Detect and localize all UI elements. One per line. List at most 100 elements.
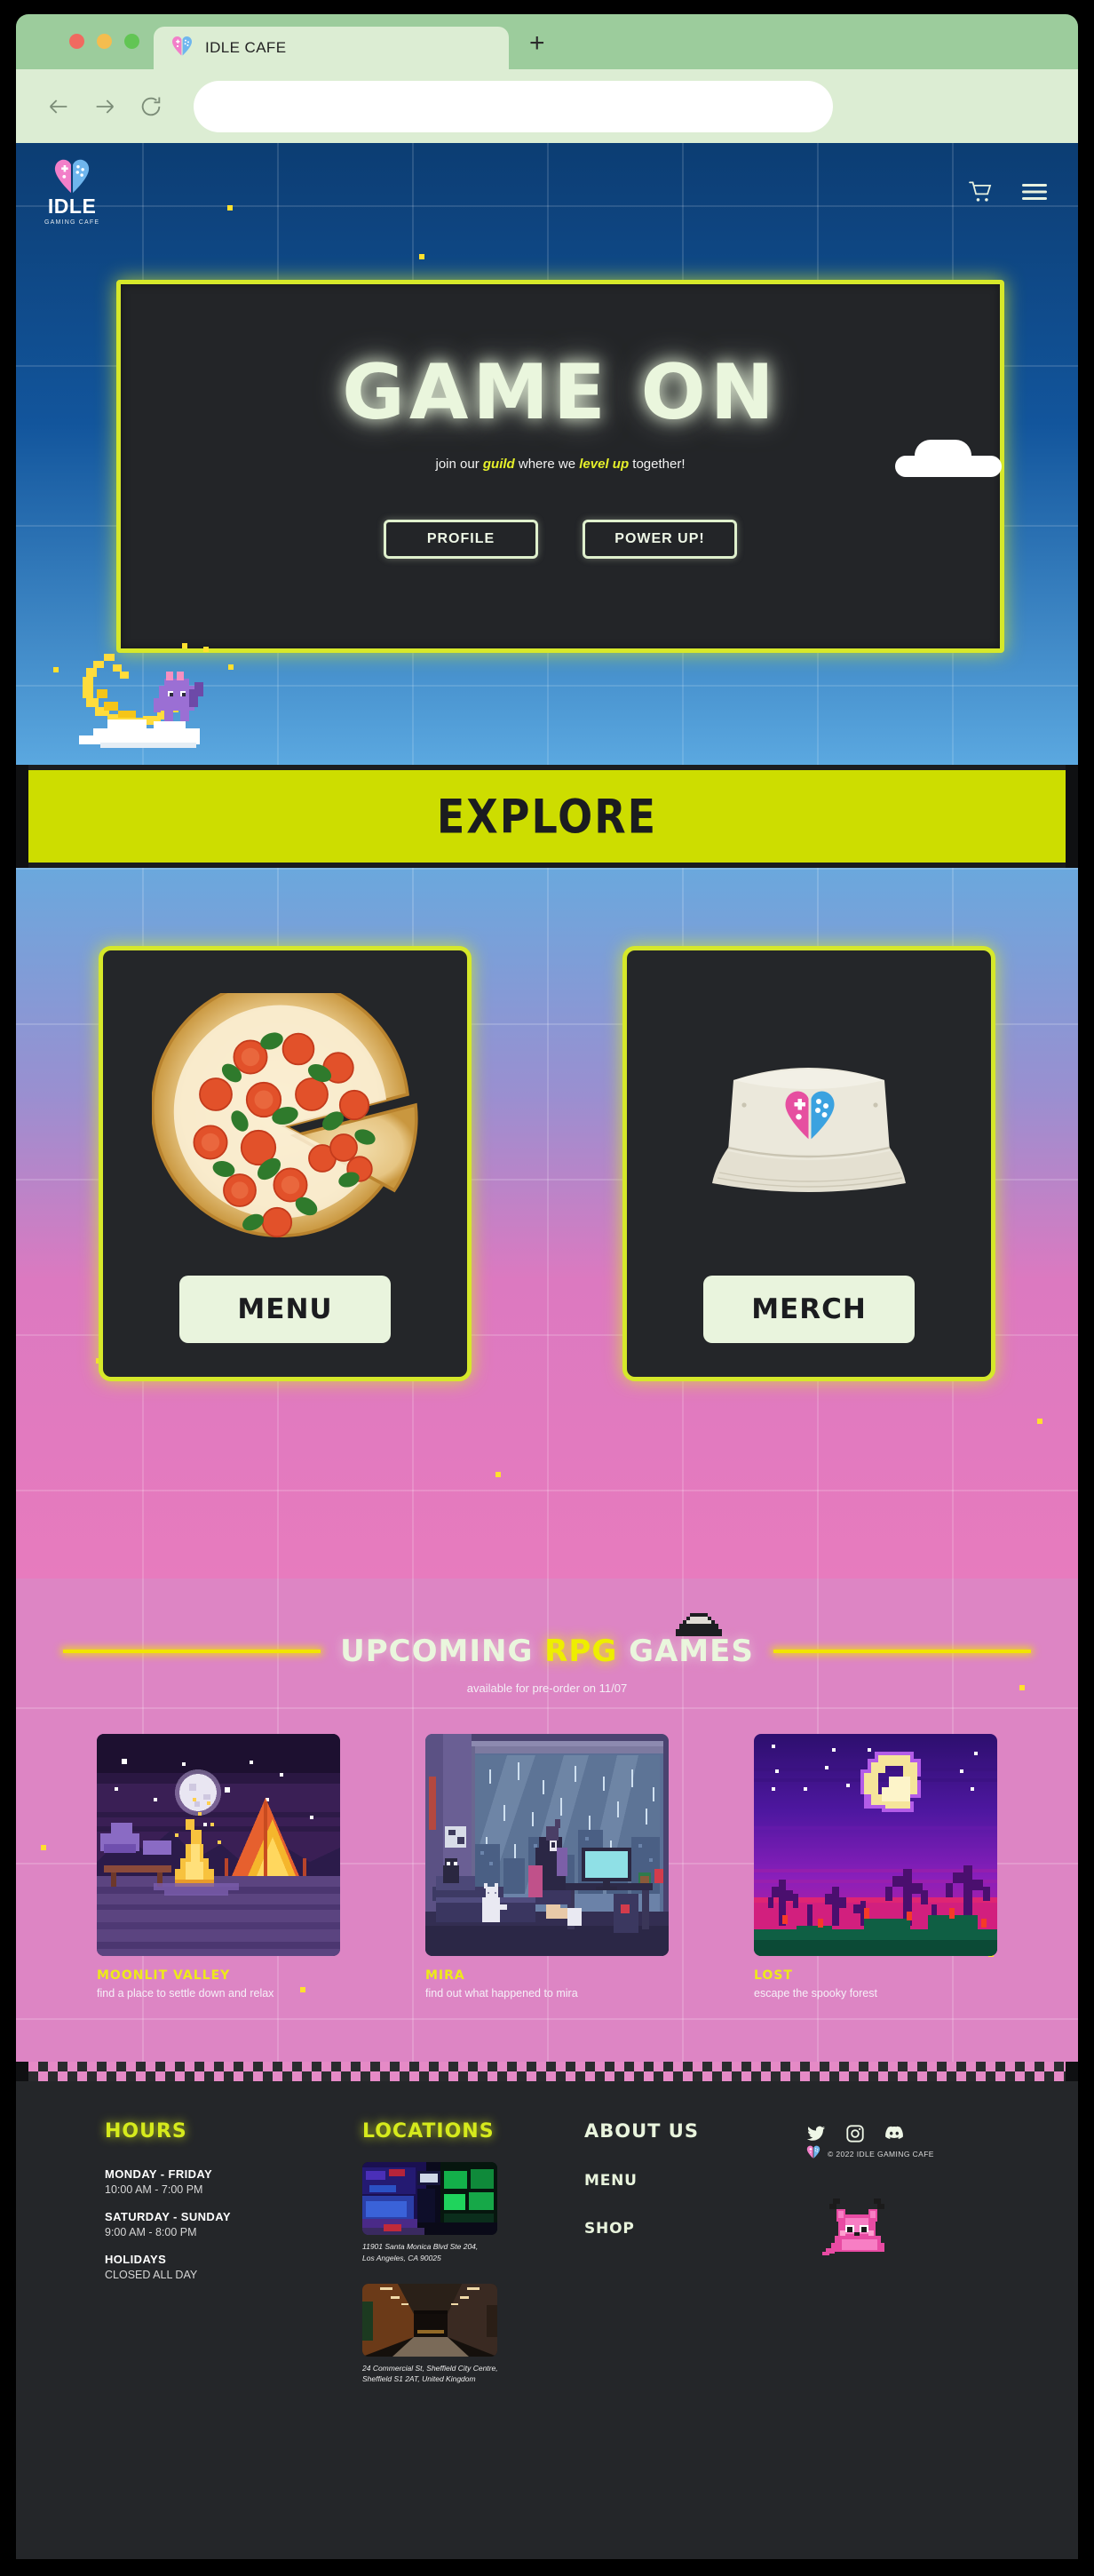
site-header: IDLE GAMING CAFE: [16, 143, 1078, 241]
twitter-icon[interactable]: [806, 2124, 826, 2143]
new-tab-button[interactable]: +: [529, 30, 545, 57]
discord-icon[interactable]: [884, 2124, 904, 2143]
games-title-part1: UPCOMING: [340, 1634, 545, 1669]
game-title: MIRA: [425, 1968, 465, 1983]
footer-hours-column: HOURS MONDAY - FRIDAY 10:00 AM - 7:00 PM…: [105, 2120, 362, 2385]
game-description: find out what happened to mira: [425, 1987, 578, 2000]
browser-toolbar: [16, 69, 1078, 143]
divider-right: [773, 1650, 1031, 1653]
header-actions: [968, 180, 1048, 203]
logo-wordmark: IDLE: [47, 195, 97, 218]
merch-card[interactable]: MERCH: [622, 946, 995, 1381]
menu-card[interactable]: MENU: [99, 946, 472, 1381]
browser-window: IDLE CAFE +: [16, 14, 1078, 143]
footer-locations-column: LOCATIONS 11901 Santa Monica Blvd Ste 20…: [362, 2120, 584, 2385]
merch-button[interactable]: MERCH: [703, 1276, 915, 1343]
minimize-window-button[interactable]: [97, 34, 112, 49]
site-footer: HOURS MONDAY - FRIDAY 10:00 AM - 7:00 PM…: [16, 2081, 1078, 2559]
logo-tagline: GAMING CAFE: [44, 219, 100, 226]
games-title-rpg: RPG: [544, 1634, 618, 1669]
hero-title: GAME ON: [342, 348, 779, 437]
games-title: UPCOMING RPG GAMES: [340, 1613, 754, 1669]
browser-tab[interactable]: IDLE CAFE: [154, 27, 509, 69]
address-line-2: Sheffield S1 2AT, United Kingdom: [362, 2374, 476, 2384]
address-line-1: 11901 Santa Monica Blvd Ste 204,: [362, 2242, 479, 2251]
hours-day: HOLIDAYS: [105, 2253, 167, 2266]
site-logo[interactable]: IDLE GAMING CAFE: [44, 158, 99, 226]
star-decor: [495, 1472, 501, 1477]
campfire-night-pixel-art: [97, 1734, 340, 1956]
profile-button[interactable]: PROFILE: [384, 520, 538, 559]
hours-time: 9:00 AM - 8:00 PM: [105, 2226, 197, 2238]
game-card[interactable]: MOONLIT VALLEY find a place to settle do…: [97, 1734, 340, 2000]
pizza-image: [103, 993, 467, 1260]
arcade-interior-photo: [362, 2162, 497, 2235]
hero-section: IDLE GAMING CAFE GAME ON join our guild …: [16, 143, 1078, 765]
games-heading-row: UPCOMING RPG GAMES: [16, 1596, 1078, 1669]
address-bar[interactable]: [194, 80, 833, 132]
copyright-text: © 2022 IDLE GAMING CAFE: [828, 2150, 934, 2159]
tagline-levelup: level up: [579, 457, 630, 472]
hours-time: 10:00 AM - 7:00 PM: [105, 2183, 203, 2196]
explore-cards-section: MENU MERCH: [16, 868, 1078, 1578]
copyright-row: © 2022 IDLE GAMING CAFE: [806, 2145, 989, 2163]
crescent-moon-forest-pixel-art: [754, 1734, 997, 1956]
location-address: 24 Commercial St, Sheffield City Centre,…: [362, 2363, 584, 2386]
explore-banner-title: EXPLORE: [436, 788, 658, 845]
game-card[interactable]: LOST escape the spooky forest: [754, 1734, 997, 2000]
explore-cards-row: MENU MERCH: [16, 868, 1078, 1381]
tab-title: IDLE CAFE: [205, 39, 287, 56]
menu-button[interactable]: MENU: [179, 1276, 391, 1343]
footer-link-shop[interactable]: SHOP: [584, 2220, 806, 2238]
heart-gamepad-icon: [171, 36, 193, 60]
games-subtitle: available for pre-order on 11/07: [466, 1682, 628, 1695]
hamburger-menu-icon[interactable]: [1021, 180, 1048, 203]
hours-list: MONDAY - FRIDAY 10:00 AM - 7:00 PM SATUR…: [105, 2167, 362, 2281]
star-decor: [419, 254, 424, 259]
corridor-interior-photo: [362, 2283, 497, 2357]
address-line-2: Los Angeles, CA 90025: [362, 2253, 441, 2262]
heart-gamepad-icon: [53, 158, 91, 194]
address-line-1: 24 Commercial St, Sheffield City Centre,: [362, 2363, 498, 2373]
hours-time: CLOSED ALL DAY: [105, 2269, 198, 2281]
footer-link-menu[interactable]: MENU: [584, 2172, 806, 2190]
heart-gamepad-icon: [806, 2145, 820, 2163]
maximize-window-button[interactable]: [124, 34, 139, 49]
back-arrow-icon[interactable]: [46, 94, 71, 119]
hours-day: SATURDAY - SUNDAY: [105, 2210, 231, 2223]
moon-dino-decor: [65, 636, 269, 760]
hero-tagline: join our guild where we level up togethe…: [436, 457, 686, 472]
power-up-button[interactable]: POWER UP!: [583, 520, 737, 559]
hours-heading: HOURS: [105, 2120, 187, 2143]
tagline-t2: where we: [514, 457, 580, 472]
bucket-hat-image: [627, 1030, 991, 1217]
about-us-heading[interactable]: ABOUT US: [584, 2120, 806, 2142]
instagram-icon[interactable]: [845, 2124, 865, 2143]
page-viewport: IDLE GAMING CAFE GAME ON join our guild …: [16, 143, 1078, 2559]
locations-heading: LOCATIONS: [362, 2120, 495, 2143]
games-row: MOONLIT VALLEY find a place to settle do…: [16, 1734, 1078, 2000]
star-decor: [53, 667, 59, 672]
window-controls: [69, 34, 139, 49]
reload-icon[interactable]: [139, 94, 163, 119]
hero-buttons: PROFILE POWER UP!: [384, 520, 737, 559]
forward-arrow-icon[interactable]: [92, 94, 117, 119]
checkered-divider: [28, 2062, 1066, 2081]
pink-pixel-cat-icon: [819, 2193, 989, 2265]
shopping-cart-icon[interactable]: [968, 180, 995, 203]
hours-day: MONDAY - FRIDAY: [105, 2167, 213, 2181]
game-console-icon: [675, 1612, 722, 1639]
hero-panel: GAME ON join our guild where we level up…: [116, 280, 1004, 653]
upcoming-games-section: UPCOMING RPG GAMES available for pre-ord…: [16, 1578, 1078, 2062]
rainy-window-room-pixel-art: [425, 1734, 669, 1956]
tagline-guild: guild: [482, 457, 515, 472]
divider-left: [63, 1650, 321, 1653]
tagline-t3: together!: [629, 457, 686, 472]
social-links: [806, 2124, 989, 2143]
star-decor: [1037, 1419, 1042, 1424]
browser-tabstrip: IDLE CAFE +: [16, 14, 1078, 69]
game-description: escape the spooky forest: [754, 1987, 877, 2000]
close-window-button[interactable]: [69, 34, 84, 49]
game-card[interactable]: MIRA find out what happened to mira: [425, 1734, 669, 2000]
game-title: LOST: [754, 1968, 793, 1983]
